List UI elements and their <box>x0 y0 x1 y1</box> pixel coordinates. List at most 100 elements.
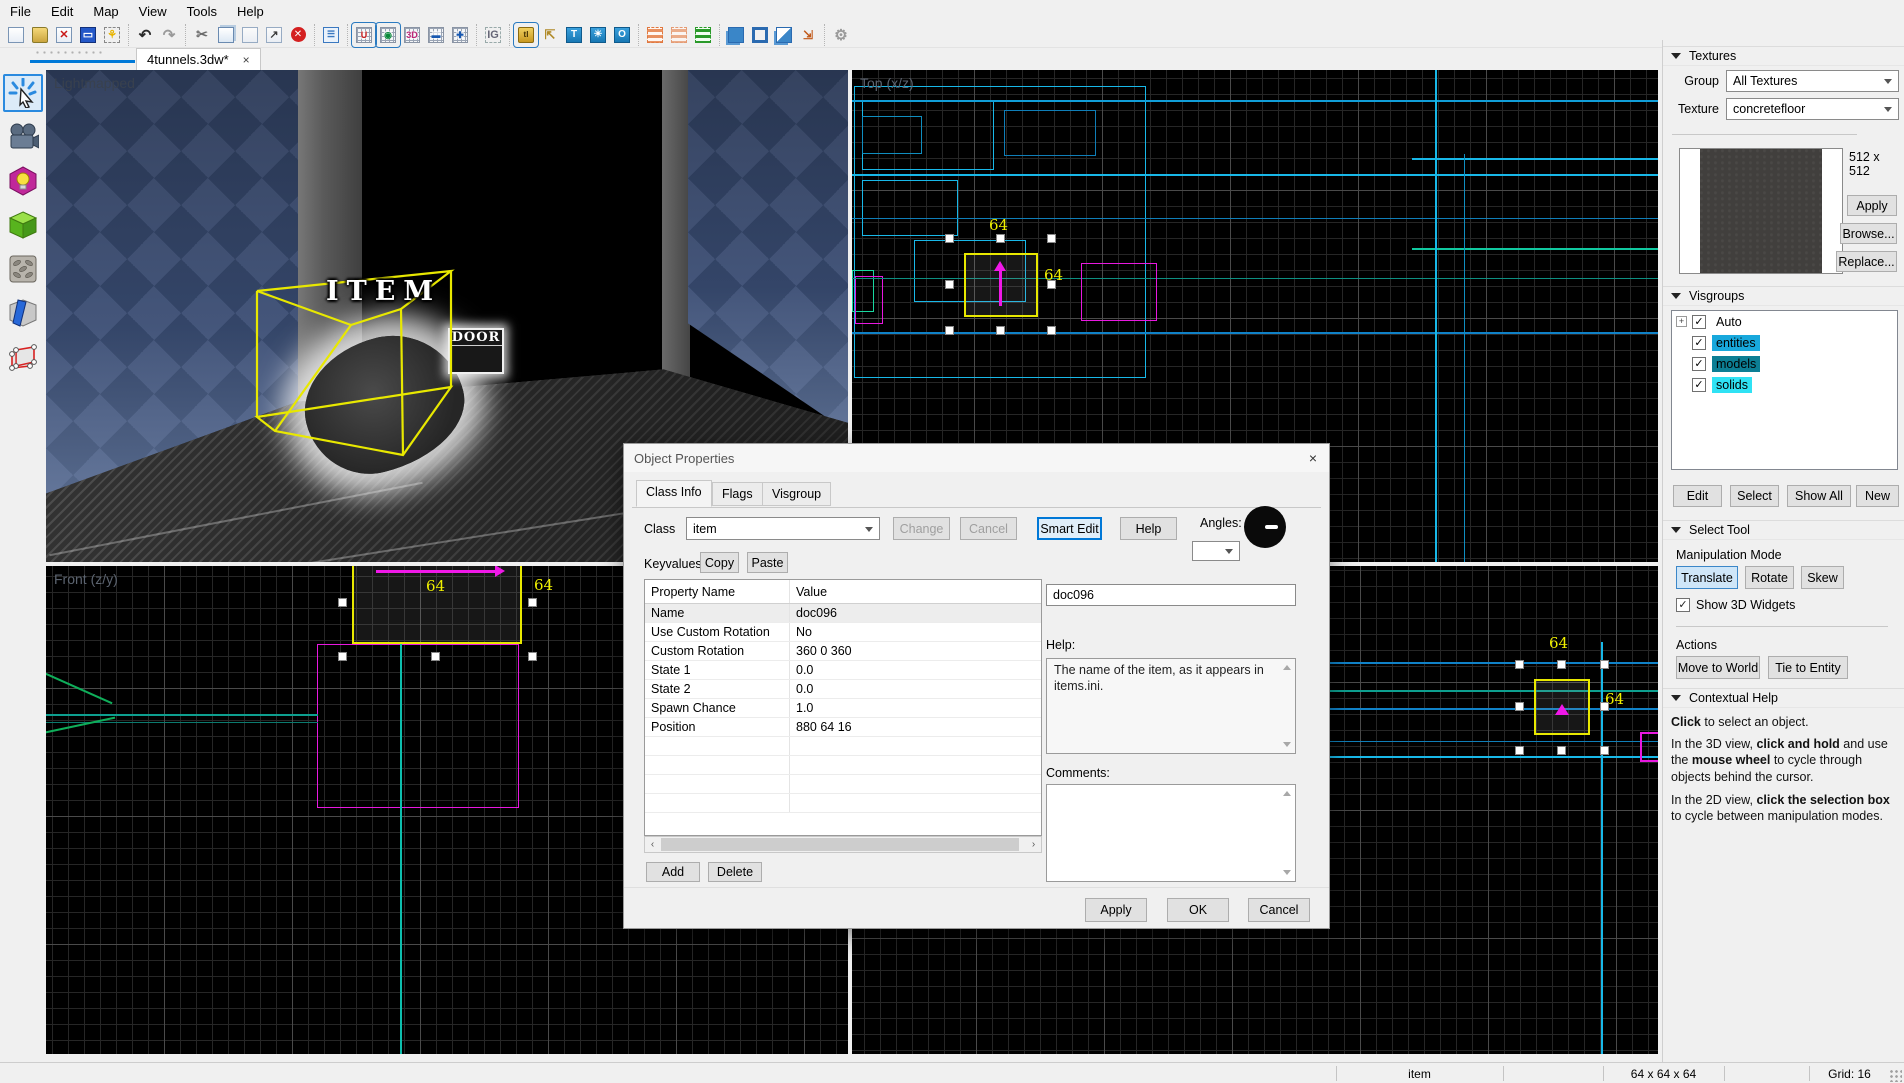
tabbar-drag-handle[interactable] <box>34 50 104 56</box>
table-row[interactable]: Use Custom Rotation No <box>645 623 1041 642</box>
visgroup-row[interactable]: ✓ entities <box>1672 332 1897 353</box>
delete-button[interactable]: Delete <box>708 862 762 882</box>
apply-button[interactable]: Apply <box>1085 898 1147 922</box>
comments-textbox[interactable] <box>1046 784 1296 882</box>
open-file-icon[interactable] <box>29 24 51 46</box>
skew-mode-button[interactable]: Skew <box>1801 566 1844 589</box>
selection-handle[interactable] <box>945 326 954 335</box>
translate-marker[interactable] <box>1555 704 1569 715</box>
vertex-tool-icon[interactable] <box>3 338 43 376</box>
brush-tool-icon[interactable] <box>3 206 43 244</box>
translate-mode-button[interactable]: Translate <box>1676 566 1738 589</box>
selection-handle[interactable] <box>1515 746 1524 755</box>
angles-combobox[interactable] <box>1192 541 1240 561</box>
texture-scale-lock-icon[interactable]: ⇱ <box>539 24 561 46</box>
paste-special-icon[interactable]: ↗ <box>263 24 285 46</box>
entity-names-icon[interactable]: T <box>563 24 585 46</box>
visgroup-row[interactable]: ✓ models <box>1672 353 1897 374</box>
value-input[interactable]: doc096 <box>1046 584 1296 606</box>
move-to-world-button[interactable]: Move to World <box>1676 656 1760 679</box>
copy-icon[interactable] <box>215 24 237 46</box>
scroll-left-icon[interactable]: ‹ <box>645 839 660 850</box>
table-row[interactable]: Custom Rotation 360 0 360 <box>645 642 1041 661</box>
keyvalues-table[interactable]: Property Name Value Name doc096 Use Cust… <box>644 579 1042 836</box>
visgroups-list[interactable]: + ✓ Auto ✓ entities ✓ models ✓ solids <box>1671 310 1898 470</box>
close-file-icon[interactable]: ✕ <box>53 24 75 46</box>
change-button[interactable]: Change <box>893 517 950 540</box>
texture-application-tool-icon[interactable] <box>3 250 43 288</box>
table-row[interactable]: Spawn Chance 1.0 <box>645 699 1041 718</box>
new-file-icon[interactable] <box>5 24 27 46</box>
visgroup-checkbox[interactable]: ✓ <box>1692 357 1706 371</box>
document-tab[interactable]: 4tunnels.3dw* × <box>136 48 261 70</box>
paste-keyvalues-button[interactable]: Paste <box>747 552 788 573</box>
selection-handle[interactable] <box>431 652 440 661</box>
texture-group-combobox[interactable]: All Textures <box>1726 70 1899 92</box>
selection-handle[interactable] <box>996 326 1005 335</box>
class-combobox[interactable]: item <box>686 517 880 540</box>
cut-icon[interactable]: ✂ <box>191 24 213 46</box>
selection-handle[interactable] <box>1047 326 1056 335</box>
help-scrollbar[interactable] <box>1281 661 1293 751</box>
table-row[interactable]: Position 880 64 16 <box>645 718 1041 737</box>
translate-arrow[interactable] <box>999 270 1002 306</box>
table-horizontal-scrollbar[interactable]: ‹ › <box>644 836 1042 853</box>
visgroup-show-all-button[interactable]: Show All <box>1787 485 1851 507</box>
selection-handle[interactable] <box>945 234 954 243</box>
ungroup-icon[interactable] <box>668 24 690 46</box>
clip-tool-icon[interactable] <box>3 294 43 332</box>
expand-plus-icon[interactable]: + <box>1676 316 1687 327</box>
table-row[interactable]: State 2 0.0 <box>645 680 1041 699</box>
copy-keyvalues-button[interactable]: Copy <box>700 552 739 573</box>
help-textbox[interactable]: The name of the item, as it appears in i… <box>1046 658 1296 754</box>
selection-handle[interactable] <box>1557 660 1566 669</box>
comments-scrollbar[interactable] <box>1281 787 1293 879</box>
selection-handle[interactable] <box>996 234 1005 243</box>
show-clip-icon[interactable]: O <box>611 24 633 46</box>
visgroup-checkbox[interactable]: ✓ <box>1692 336 1706 350</box>
textures-section-header[interactable]: Textures <box>1663 46 1904 66</box>
table-row[interactable]: Name doc096 <box>645 604 1041 623</box>
texture-apply-button[interactable]: Apply <box>1847 195 1897 216</box>
contextual-help-section-header[interactable]: Contextual Help <box>1663 688 1904 708</box>
show-3d-widgets-checkbox[interactable]: ✓ <box>1676 598 1690 612</box>
smaller-grid-icon[interactable]: ▬ <box>425 24 447 46</box>
group-icon[interactable] <box>644 24 666 46</box>
table-row[interactable]: State 1 0.0 <box>645 661 1041 680</box>
selection-handle[interactable] <box>1600 702 1609 711</box>
selection-handle[interactable] <box>338 598 347 607</box>
save-file-icon[interactable]: ▭ <box>77 24 99 46</box>
visgroup-checkbox[interactable]: ✓ <box>1692 315 1706 329</box>
selection-tool-icon[interactable] <box>3 74 43 112</box>
delete-icon[interactable]: ✕ <box>287 24 309 46</box>
visgroup-auto-row[interactable]: + ✓ Auto <box>1672 311 1897 332</box>
dialog-title-bar[interactable]: Object Properties <box>624 444 1329 472</box>
toggle-group-icon[interactable] <box>692 24 714 46</box>
map-properties-icon[interactable]: ☰ <box>320 24 342 46</box>
tab-close-icon[interactable]: × <box>243 53 250 67</box>
tie-to-entity-button[interactable]: Tie to Entity <box>1768 656 1848 679</box>
selection-handle[interactable] <box>528 652 537 661</box>
smart-edit-button[interactable]: Smart Edit <box>1037 517 1102 540</box>
texture-browse-button[interactable]: Browse... <box>1840 223 1897 244</box>
single-window-icon[interactable] <box>749 24 771 46</box>
selection-handle[interactable] <box>1515 660 1524 669</box>
show-grid-icon[interactable]: ◉ <box>377 24 399 46</box>
ok-button[interactable]: OK <box>1167 898 1229 922</box>
run-map-icon[interactable]: ⚘ <box>101 24 123 46</box>
selection-handle[interactable] <box>1047 280 1056 289</box>
visgroups-section-header[interactable]: Visgroups <box>1663 286 1904 306</box>
selection-handle[interactable] <box>945 280 954 289</box>
visgroup-edit-button[interactable]: Edit <box>1673 485 1722 507</box>
split-windows-icon[interactable] <box>773 24 795 46</box>
selection-handle[interactable] <box>1600 660 1609 669</box>
resize-grip[interactable] <box>1889 1069 1902 1082</box>
tab-class-info[interactable]: Class Info <box>636 480 712 507</box>
menu-help[interactable]: Help <box>227 2 274 21</box>
grid-3d-icon[interactable]: 3D <box>401 24 423 46</box>
selection-handle[interactable] <box>338 652 347 661</box>
visgroup-select-button[interactable]: Select <box>1730 485 1779 507</box>
camera-tool-icon[interactable] <box>3 118 43 156</box>
texture-combobox[interactable]: concretefloor <box>1726 98 1899 120</box>
settings-gear-icon[interactable]: ⚙ <box>830 24 852 46</box>
